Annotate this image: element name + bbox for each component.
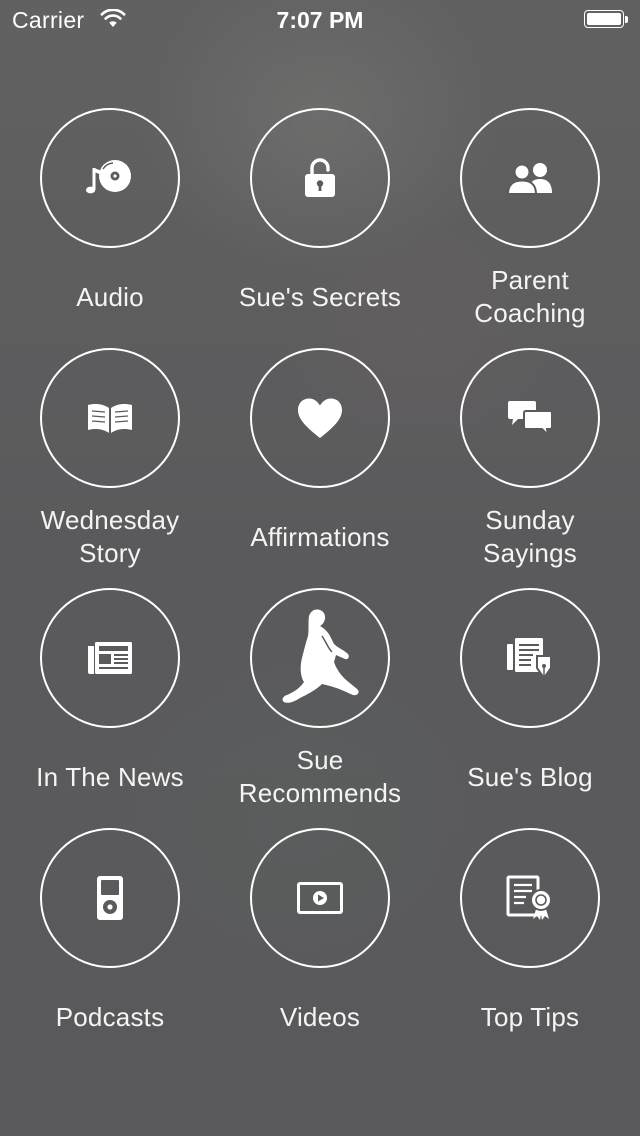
ipod-icon — [97, 876, 123, 920]
menu-item-label: Videos — [279, 1001, 361, 1032]
menu-item-in-the-news[interactable]: In The News — [5, 588, 215, 818]
blog-pen-icon — [507, 638, 552, 680]
menu-item-circle — [40, 108, 180, 248]
menu-item-label: Wednesday Story — [40, 505, 180, 568]
music-disc-icon — [86, 160, 131, 194]
menu-item-circle — [460, 348, 600, 488]
status-time: 7:07 PM — [276, 7, 364, 33]
battery-level-fill — [587, 13, 621, 25]
menu-item-circle — [40, 348, 180, 488]
menu-item-videos[interactable]: Videos — [215, 828, 425, 1058]
menu-item-sue-recommends[interactable]: Sue Recommends — [215, 588, 425, 818]
menu-item-circle — [40, 588, 180, 728]
menu-item-circle — [460, 828, 600, 968]
menu-item-label: Affirmations — [250, 521, 390, 552]
unlock-icon — [305, 158, 335, 197]
menu-item-top-tips[interactable]: Top Tips — [425, 828, 635, 1058]
menu-item-sues-secrets[interactable]: Sue's Secrets — [215, 108, 425, 338]
menu-item-label: Parent Coaching — [474, 265, 586, 328]
menu-item-wednesday-story[interactable]: Wednesday Story — [5, 348, 215, 578]
video-play-icon — [297, 882, 343, 914]
menu-item-circle — [250, 348, 390, 488]
heart-icon — [298, 398, 342, 438]
menu-item-sues-blog[interactable]: Sue's Blog — [425, 588, 635, 818]
menu-item-circle — [250, 828, 390, 968]
menu-item-sunday-sayings[interactable]: Sunday Sayings — [425, 348, 635, 578]
menu-item-circle — [40, 828, 180, 968]
menu-grid: Audio Sue's Secrets Parent Coaching Wedn… — [0, 0, 640, 1136]
menu-item-audio[interactable]: Audio — [5, 108, 215, 338]
menu-item-label: In The News — [36, 761, 184, 792]
menu-item-label: Podcasts — [55, 1001, 165, 1032]
menu-item-label: Sue's Secrets — [238, 281, 402, 312]
menu-item-label: Sue Recommends — [238, 745, 402, 808]
newspaper-icon — [88, 642, 132, 674]
menu-item-circle — [250, 108, 390, 248]
menu-item-label: Top Tips — [480, 1001, 580, 1032]
menu-item-label: Audio — [76, 281, 144, 312]
certificate-icon — [506, 875, 552, 920]
menu-item-circle — [460, 588, 600, 728]
menu-item-label: Sue's Blog — [467, 761, 593, 792]
menu-item-podcasts[interactable]: Podcasts — [5, 828, 215, 1058]
battery-icon — [584, 10, 628, 30]
menu-item-circle — [460, 108, 600, 248]
menu-item-label: Sunday Sayings — [483, 505, 577, 568]
users-icon — [506, 163, 552, 195]
menu-item-parent-coaching[interactable]: Parent Coaching — [425, 108, 635, 338]
menu-item-affirmations[interactable]: Affirmations — [215, 348, 425, 578]
open-book-icon — [88, 404, 132, 433]
menu-item-circle — [250, 588, 390, 728]
status-bar: Carrier 7:07 PM — [0, 0, 640, 40]
speech-bubbles-icon — [508, 401, 553, 436]
seated-woman-silhouette-icon — [282, 609, 359, 703]
